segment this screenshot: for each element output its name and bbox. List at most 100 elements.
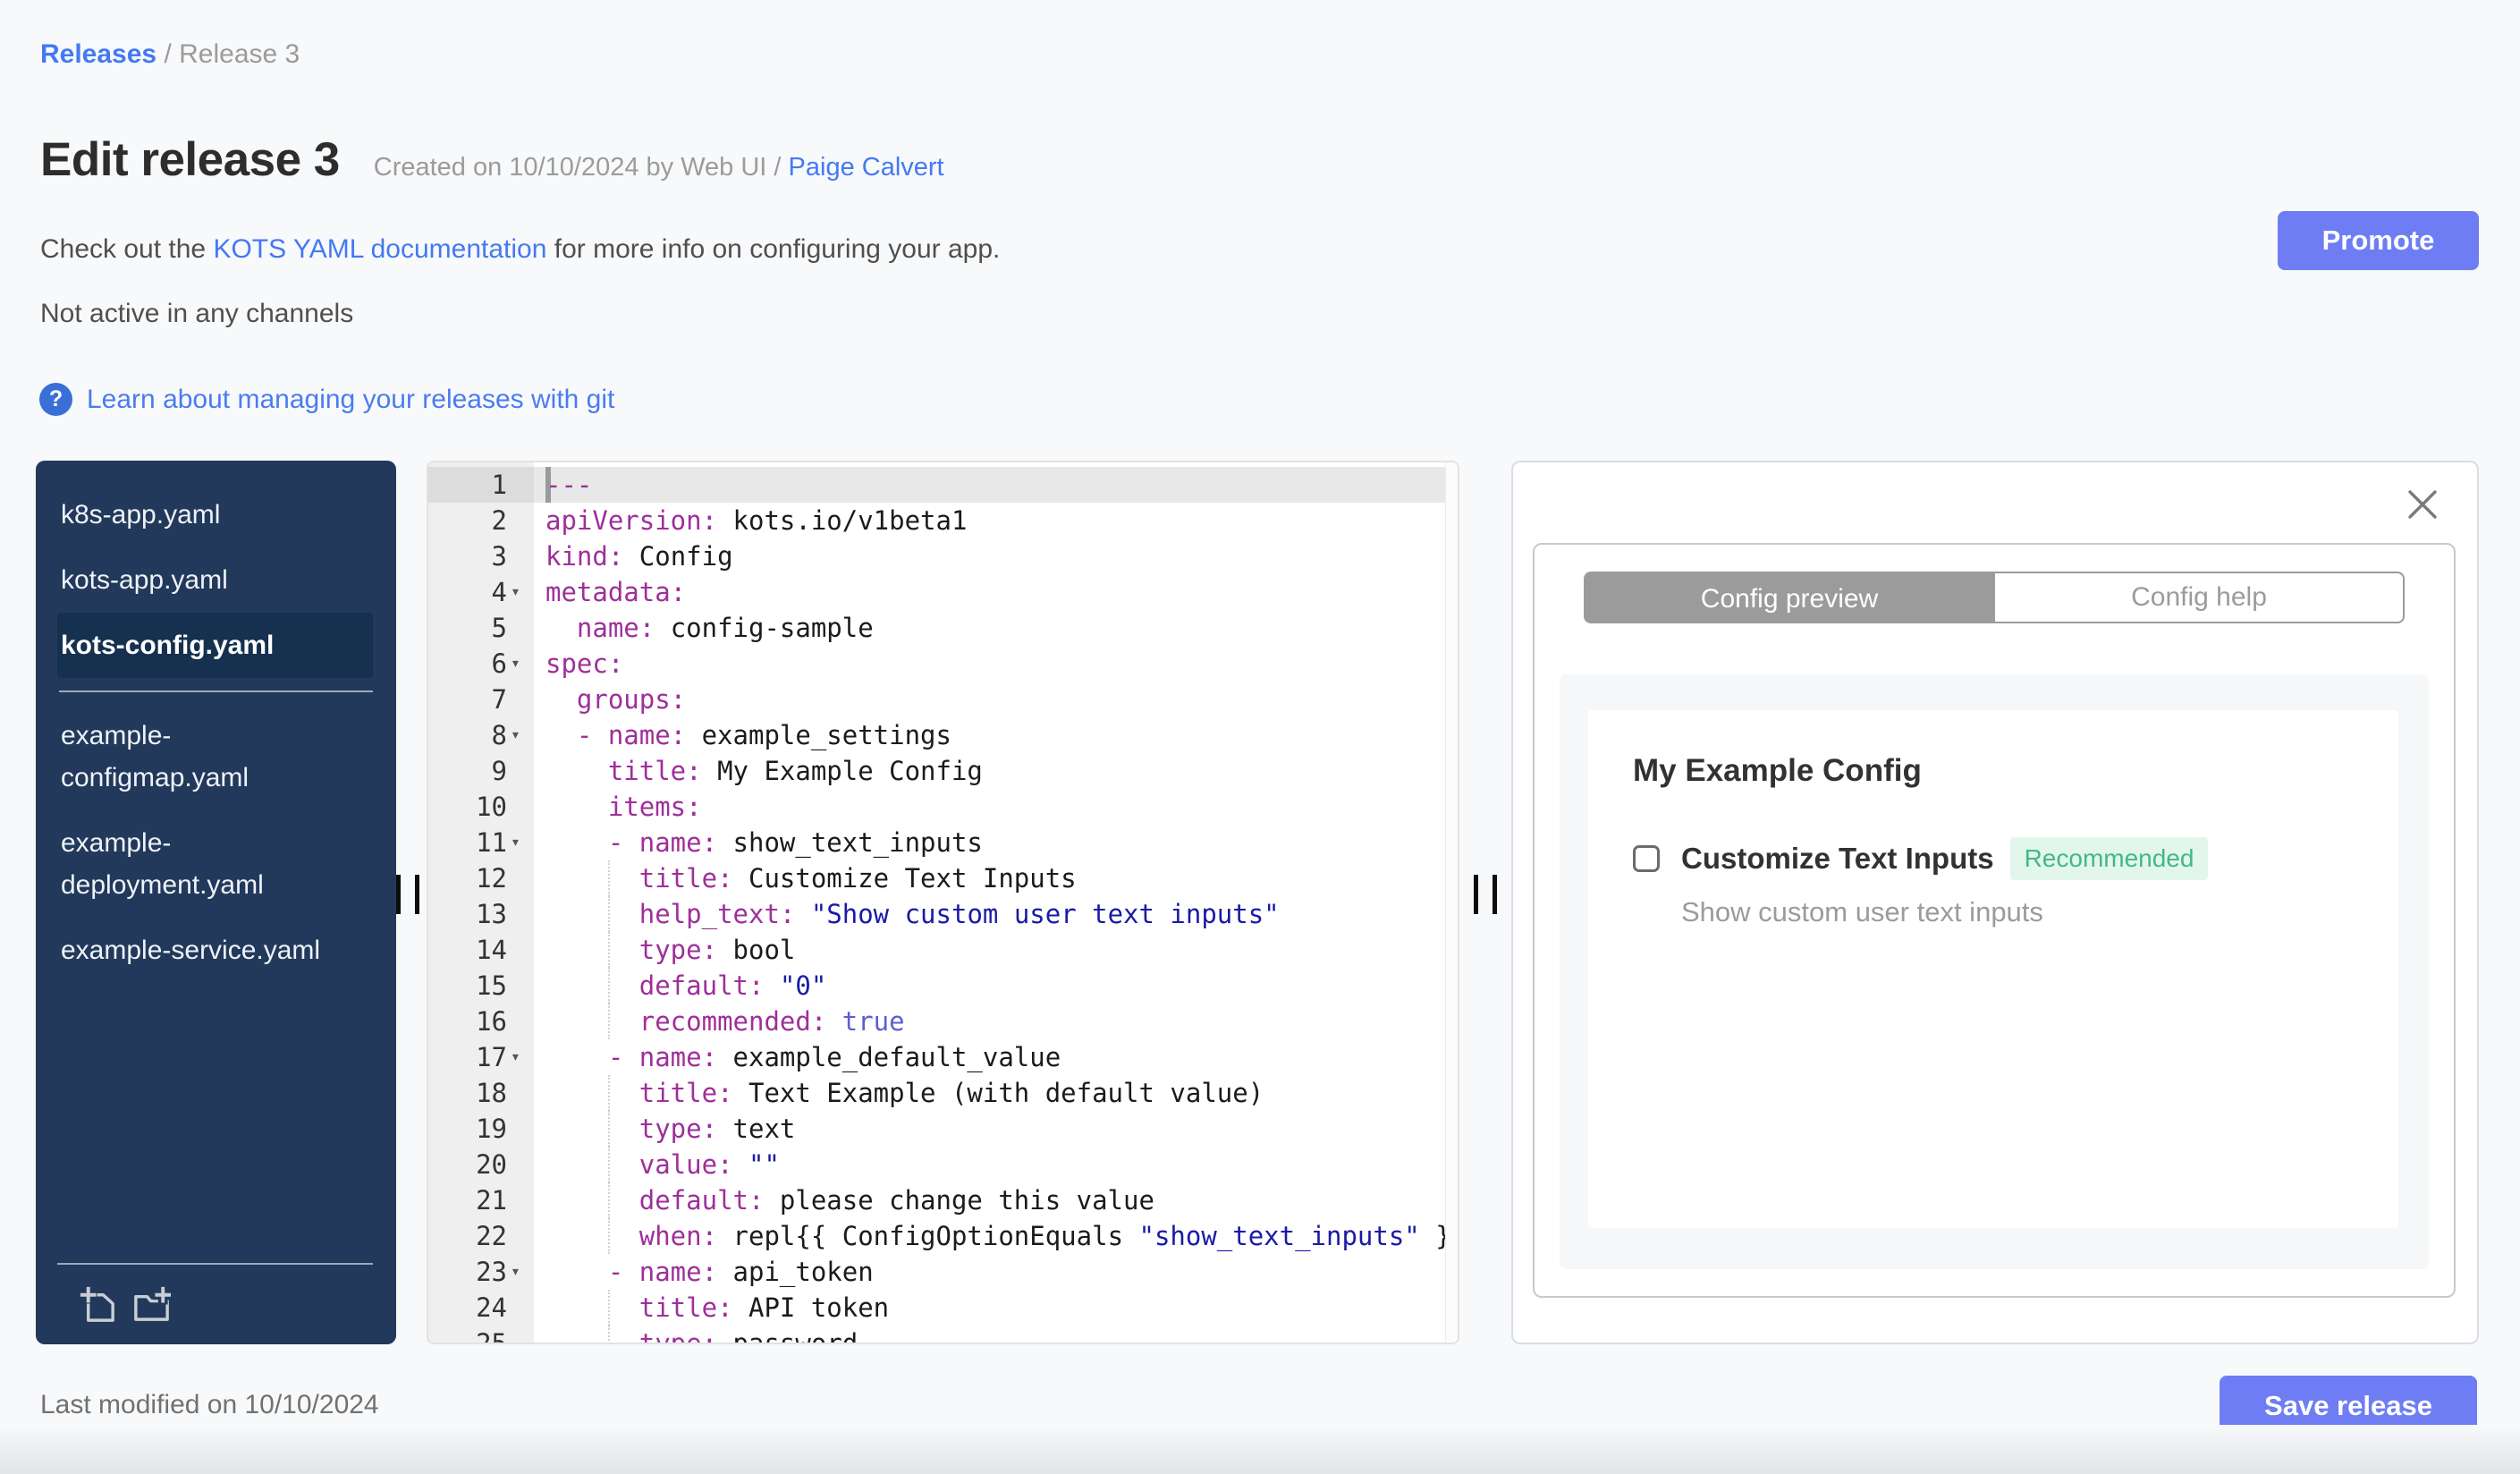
- file-item-k8s-app.yaml[interactable]: k8s-app.yaml: [57, 482, 373, 547]
- line-number: 24: [476, 1292, 507, 1323]
- yaml-code-editor[interactable]: 1 --- 2 apiVersion: kots.io/v1beta1 3 kind: C…: [427, 461, 1459, 1344]
- title-row: Edit release 3 Created on 10/10/2024 by …: [40, 132, 944, 187]
- git-releases-link[interactable]: Learn about managing your releases with …: [87, 385, 614, 415]
- sidebar-resize-handle[interactable]: [396, 875, 421, 914]
- breadcrumb-current: Release 3: [179, 39, 300, 69]
- config-item-row: Customize Text Inputs Recommended: [1633, 837, 2398, 880]
- line-number: 17: [476, 1042, 507, 1072]
- config-group-title: My Example Config: [1633, 753, 1922, 788]
- preview-tabs: Config preview Config help: [1584, 572, 2405, 623]
- code-line-24: 24 title: API token: [428, 1290, 1445, 1326]
- code-line-1: 1 ---: [428, 467, 1445, 503]
- breadcrumb-separator: /: [156, 39, 180, 69]
- file-item-example-service.yaml[interactable]: example-service.yaml: [57, 918, 373, 983]
- created-text: Created on 10/10/2024 by Web UI /: [373, 153, 789, 182]
- save-release-button[interactable]: Save release: [2220, 1376, 2477, 1436]
- line-number: 6: [491, 648, 507, 679]
- page-title: Edit release 3: [40, 133, 340, 186]
- kots-yaml-docs-link[interactable]: KOTS YAML documentation: [213, 234, 546, 264]
- add-file-icon[interactable]: [77, 1283, 119, 1326]
- line-number: 8: [491, 720, 507, 750]
- docs-before: Check out the: [40, 234, 214, 264]
- question-mark-icon: ?: [39, 383, 72, 416]
- line-number: 14: [476, 935, 507, 965]
- fold-toggle-icon[interactable]: ▾: [507, 574, 534, 610]
- fold-toggle-icon[interactable]: ▾: [507, 646, 534, 682]
- fold-toggle-icon[interactable]: ▾: [507, 1039, 534, 1075]
- code-line-5: 5 name: config-sample: [428, 610, 1445, 646]
- add-folder-icon[interactable]: [131, 1283, 173, 1326]
- breadcrumb: Releases / Release 3: [40, 39, 300, 70]
- code-line-18: 18 title: Text Example (with default val…: [428, 1075, 1445, 1111]
- line-number: 1: [491, 470, 507, 500]
- editor-resize-handle[interactable]: [1474, 875, 1499, 914]
- line-number: 7: [491, 684, 507, 715]
- code-line-3: 3 kind: Config: [428, 538, 1445, 574]
- bottom-gradient: [0, 1425, 2520, 1474]
- line-number: 12: [476, 863, 507, 894]
- file-item-kots-config.yaml[interactable]: kots-config.yaml: [57, 613, 373, 678]
- promote-button[interactable]: Promote: [2278, 211, 2479, 270]
- fold-toggle-icon[interactable]: ▾: [507, 1254, 534, 1290]
- close-icon[interactable]: [2406, 487, 2440, 521]
- line-number: 22: [476, 1221, 507, 1251]
- line-number: 18: [476, 1078, 507, 1108]
- fold-toggle-icon[interactable]: ▾: [507, 825, 534, 860]
- config-preview-panel: Config preview Config help My Example Con…: [1511, 461, 2479, 1344]
- code-line-12: 12 title: Customize Text Inputs: [428, 860, 1445, 896]
- customize-text-inputs-checkbox[interactable]: [1633, 845, 1660, 872]
- docs-line: Check out the KOTS YAML documentation fo…: [40, 234, 1000, 265]
- file-item-example-deployment.yaml[interactable]: example-deployment.yaml: [57, 810, 373, 918]
- code-line-10: 10 items:: [428, 789, 1445, 825]
- code-line-4: 4 ▾ metadata:: [428, 574, 1445, 610]
- line-number: 5: [491, 613, 507, 643]
- file-item-example-configmap.yaml[interactable]: example-configmap.yaml: [57, 703, 373, 810]
- line-number: 10: [476, 792, 507, 822]
- code-line-7: 7 groups:: [428, 682, 1445, 717]
- line-number: 25: [476, 1328, 507, 1344]
- breadcrumb-releases-link[interactable]: Releases: [40, 39, 156, 69]
- line-number: 16: [476, 1006, 507, 1037]
- config-form: My Example Config Customize Text Inputs …: [1588, 710, 2398, 1228]
- code-line-25: 25 type: password: [428, 1326, 1445, 1344]
- file-sidebar: k8s-app.yaml kots-app.yaml kots-config.yam…: [36, 461, 396, 1344]
- docs-after: for more info on configuring your app.: [546, 234, 1001, 264]
- code-line-15: 15 default: "0": [428, 968, 1445, 1004]
- code-line-16: 16 recommended: true: [428, 1004, 1445, 1039]
- code-line-14: 14 type: bool: [428, 932, 1445, 968]
- config-item-label: Customize Text Inputs: [1681, 842, 1994, 875]
- code-line-11: 11 ▾ - name: show_text_inputs: [428, 825, 1445, 860]
- code-line-19: 19 type: text: [428, 1111, 1445, 1147]
- line-number: 15: [476, 970, 507, 1001]
- editor-scrollbar[interactable]: [1445, 462, 1458, 1343]
- author-link[interactable]: Paige Calvert: [789, 153, 944, 182]
- line-number: 2: [491, 505, 507, 536]
- tab-config-preview[interactable]: Config preview: [1584, 572, 1995, 623]
- code-line-23: 23 ▾ - name: api_token: [428, 1254, 1445, 1290]
- code-line-9: 9 title: My Example Config: [428, 753, 1445, 789]
- code-line-22: 22 when: repl{{ ConfigOptionEquals "show…: [428, 1218, 1445, 1254]
- last-modified-text: Last modified on 10/10/2024: [40, 1390, 379, 1419]
- code-line-2: 2 apiVersion: kots.io/v1beta1: [428, 503, 1445, 538]
- fold-toggle-icon[interactable]: ▾: [507, 717, 534, 753]
- line-number: 20: [476, 1149, 507, 1180]
- code-line-17: 17 ▾ - name: example_default_value: [428, 1039, 1445, 1075]
- created-meta: Created on 10/10/2024 by Web UI / Paige …: [374, 153, 944, 182]
- code-lines: 1 --- 2 apiVersion: kots.io/v1beta1 3 kind: C…: [428, 467, 1445, 1344]
- sidebar-footer: [57, 1263, 373, 1344]
- file-list: k8s-app.yaml kots-app.yaml kots-config.yam…: [36, 461, 396, 983]
- line-number: 23: [476, 1257, 507, 1287]
- code-line-21: 21 default: please change this value: [428, 1182, 1445, 1218]
- preview-card: Config preview Config help My Example Con…: [1533, 543, 2456, 1298]
- line-number: 3: [491, 541, 507, 572]
- code-line-6: 6 ▾ spec:: [428, 646, 1445, 682]
- config-item-help-text: Show custom user text inputs: [1681, 896, 2043, 928]
- recommended-badge: Recommended: [2009, 837, 2209, 880]
- git-help-row: ? Learn about managing your releases wit…: [39, 383, 614, 416]
- channel-status: Not active in any channels: [40, 299, 354, 328]
- file-item-kots-app.yaml[interactable]: kots-app.yaml: [57, 547, 373, 613]
- code-line-13: 13 help_text: "Show custom user text inp…: [428, 896, 1445, 932]
- tab-config-help[interactable]: Config help: [1995, 572, 2405, 623]
- line-number: 13: [476, 899, 507, 929]
- config-render-area: My Example Config Customize Text Inputs …: [1560, 674, 2429, 1269]
